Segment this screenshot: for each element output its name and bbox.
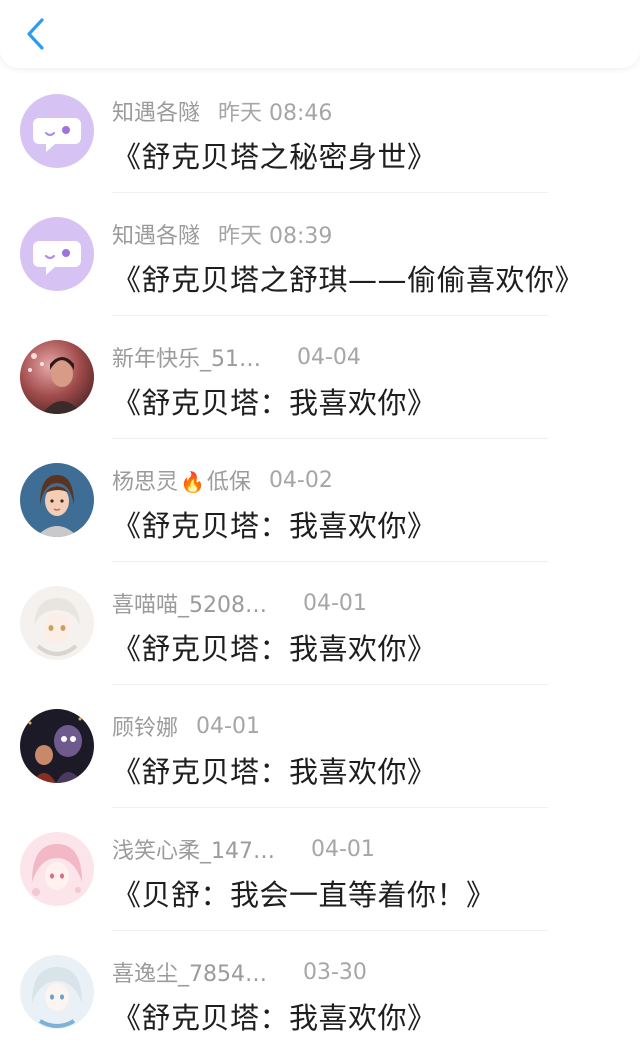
anime-avatar[interactable] bbox=[20, 586, 94, 660]
list-item[interactable]: 杨思灵 🔥低保 04-02 《舒克贝塔：我喜欢你》 bbox=[0, 439, 640, 562]
item-meta: 顾铃娜 04-01 bbox=[112, 711, 260, 742]
item-meta: 知遇各隧 昨天 08:46 bbox=[112, 96, 332, 126]
back-button[interactable] bbox=[16, 14, 56, 54]
pink-anime-avatar[interactable] bbox=[20, 832, 94, 906]
list-item[interactable]: 知遇各隧 昨天 08:46 《舒克贝塔之秘密身世》 bbox=[0, 70, 640, 193]
item-title: 《舒克贝塔：我喜欢你》 bbox=[112, 632, 437, 666]
list-item[interactable]: 顾铃娜 04-01 《舒克贝塔：我喜欢你》 bbox=[0, 685, 640, 808]
night-scene-avatar[interactable] bbox=[20, 709, 94, 783]
item-title: 《舒克贝塔：我喜欢你》 bbox=[112, 1001, 437, 1035]
photo-avatar[interactable] bbox=[20, 340, 94, 414]
list-item[interactable]: 喜逸尘_7854… 03-30 《舒克贝塔：我喜欢你》 bbox=[0, 931, 640, 1054]
sender-name: 新年快乐_51… bbox=[112, 347, 261, 372]
timestamp: 04-02 bbox=[268, 467, 333, 493]
sender-name: 喜喵喵_5208… bbox=[112, 593, 267, 618]
chevron-left-icon bbox=[27, 18, 44, 50]
item-title: 《贝舒：我会一直等着你！》 bbox=[112, 878, 496, 912]
sender-name: 喜逸尘_7854… bbox=[112, 962, 267, 987]
timestamp: 04-01 bbox=[311, 836, 375, 862]
item-meta: 杨思灵 🔥低保 04-02 bbox=[112, 465, 333, 496]
item-meta: 浅笑心柔_147… 04-01 bbox=[112, 834, 375, 865]
list-item[interactable]: 浅笑心柔_147… 04-01 《贝舒：我会一直等着你！》 bbox=[0, 808, 640, 931]
item-title: 《舒克贝塔之舒琪——偷偷喜欢你》 bbox=[112, 263, 585, 297]
item-title: 《舒克贝塔：我喜欢你》 bbox=[112, 755, 437, 789]
sender-name: 知遇各隧 bbox=[112, 101, 201, 126]
list-item[interactable]: 知遇各隧 昨天 08:39 《舒克贝塔之舒琪——偷偷喜欢你》 bbox=[0, 193, 640, 316]
sender-name: 浅笑心柔_147… bbox=[112, 839, 275, 864]
timestamp: 04-04 bbox=[297, 344, 361, 370]
item-meta: 知遇各隧 昨天 08:39 bbox=[112, 219, 332, 249]
chat-bubble-avatar[interactable] bbox=[20, 217, 94, 291]
sender-name: 顾铃娜 bbox=[112, 716, 179, 741]
silver-anime-avatar[interactable] bbox=[20, 955, 94, 1029]
timestamp: 04-01 bbox=[303, 590, 367, 616]
item-title: 《舒克贝塔：我喜欢你》 bbox=[112, 509, 437, 543]
timestamp: 昨天 08:39 bbox=[218, 224, 333, 249]
sender-name: 知遇各隧 bbox=[112, 224, 201, 249]
sender-name: 杨思灵 🔥低保 bbox=[112, 470, 251, 495]
fire-icon: 🔥 bbox=[180, 470, 205, 494]
list-item[interactable]: 喜喵喵_5208… 04-01 《舒克贝塔：我喜欢你》 bbox=[0, 562, 640, 685]
message-list: 知遇各隧 昨天 08:46 《舒克贝塔之秘密身世》 知遇各隧 昨天 08:39 … bbox=[0, 70, 640, 1054]
timestamp: 03-30 bbox=[303, 959, 367, 985]
item-title: 《舒克贝塔：我喜欢你》 bbox=[112, 386, 437, 420]
chat-bubble-avatar[interactable] bbox=[20, 94, 94, 168]
item-meta: 喜喵喵_5208… 04-01 bbox=[112, 588, 367, 619]
list-item[interactable]: 新年快乐_51… 04-04 《舒克贝塔：我喜欢你》 bbox=[0, 316, 640, 439]
top-bar bbox=[0, 0, 640, 68]
item-meta: 新年快乐_51… 04-04 bbox=[112, 342, 361, 373]
timestamp: 04-01 bbox=[196, 713, 260, 739]
cartoon-girl-avatar[interactable] bbox=[20, 463, 94, 537]
item-title: 《舒克贝塔之秘密身世》 bbox=[112, 140, 437, 174]
item-meta: 喜逸尘_7854… 03-30 bbox=[112, 957, 367, 988]
timestamp: 昨天 08:46 bbox=[218, 101, 333, 126]
